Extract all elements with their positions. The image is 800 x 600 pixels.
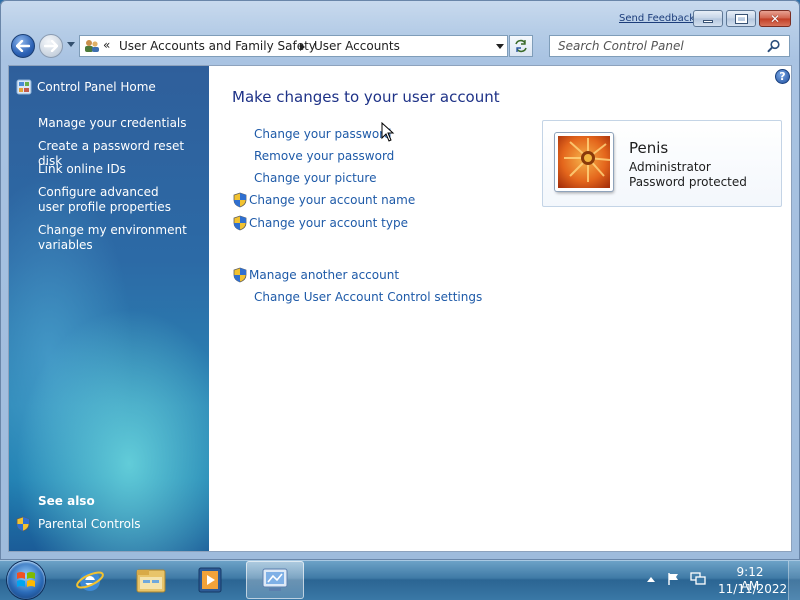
change-password-link[interactable]: Change your password xyxy=(254,127,392,141)
close-button[interactable]: ✕ xyxy=(759,10,791,27)
manage-another-account-label: Manage another account xyxy=(249,268,400,282)
taskbar-internet-explorer[interactable] xyxy=(63,561,117,599)
taskbar-media-player[interactable] xyxy=(183,561,237,599)
back-button[interactable] xyxy=(11,34,35,58)
flower-picture-icon xyxy=(558,136,610,188)
search-placeholder: Search Control Panel xyxy=(558,39,684,53)
manage-another-account-link[interactable]: Manage another account xyxy=(233,267,399,283)
left-task-pane: Control Panel Home Manage your credentia… xyxy=(9,66,209,551)
uac-settings-link[interactable]: Change User Account Control settings xyxy=(254,290,482,304)
title-bar[interactable]: Send Feedback ✕ xyxy=(0,0,800,30)
breadcrumb-user-accounts-family-safety[interactable]: User Accounts and Family Safety xyxy=(119,39,316,53)
account-name: Penis xyxy=(629,139,669,157)
search-icon[interactable] xyxy=(767,39,781,53)
network-icon[interactable] xyxy=(690,572,706,586)
parental-controls-label: Parental Controls xyxy=(38,517,141,531)
show-desktop-button[interactable] xyxy=(788,561,800,600)
internet-explorer-icon xyxy=(76,571,104,591)
change-account-name-label: Change your account name xyxy=(249,193,416,207)
change-account-name-link[interactable]: Change your account name xyxy=(233,192,415,208)
uac-shield-icon xyxy=(233,215,247,231)
uac-shield-icon xyxy=(16,516,30,532)
show-hidden-icons-icon[interactable] xyxy=(647,577,655,582)
taskbar: 9:12 AM 11/11/2022 xyxy=(0,560,800,600)
close-icon: ✕ xyxy=(769,11,781,26)
see-also-heading: See also xyxy=(38,494,95,508)
link-online-ids-link[interactable]: Link online IDs xyxy=(38,162,203,177)
clock-date[interactable]: 11/11/2022 xyxy=(718,582,787,596)
uac-shield-icon xyxy=(233,267,247,283)
mouse-cursor-icon xyxy=(381,122,395,142)
page-title: Make changes to your user account xyxy=(232,88,500,106)
minimize-icon xyxy=(703,20,713,23)
change-account-type-link[interactable]: Change your account type xyxy=(233,215,408,231)
account-password-status: Password protected xyxy=(629,175,747,189)
change-account-type-label: Change your account type xyxy=(249,216,408,230)
minimize-button[interactable] xyxy=(693,10,723,27)
control-panel-home-label: Control Panel Home xyxy=(37,80,156,94)
change-picture-link[interactable]: Change your picture xyxy=(254,171,376,185)
windows-logo-icon xyxy=(17,572,35,587)
control-panel-home-link[interactable]: Control Panel Home xyxy=(16,79,156,95)
control-panel-icon xyxy=(262,568,288,591)
address-bar[interactable]: « User Accounts and Family Safety User A… xyxy=(79,35,508,57)
address-overflow-chevron[interactable]: « xyxy=(103,38,110,52)
maximize-button[interactable] xyxy=(726,10,756,27)
send-feedback-link[interactable]: Send Feedback xyxy=(619,13,695,24)
recent-pages-dropdown-icon[interactable] xyxy=(67,42,75,47)
account-card: Penis Administrator Password protected xyxy=(542,120,782,207)
change-environment-variables-link[interactable]: Change my environment variables xyxy=(38,223,188,253)
refresh-button[interactable] xyxy=(509,35,533,57)
account-picture xyxy=(555,133,613,191)
media-player-icon xyxy=(198,567,222,593)
taskbar-control-panel[interactable] xyxy=(246,561,304,599)
uac-shield-icon xyxy=(233,192,247,208)
taskbar-windows-explorer[interactable] xyxy=(124,561,178,599)
control-panel-icon xyxy=(16,79,32,95)
control-panel-window: Send Feedback ✕ « User Accounts and Fami… xyxy=(0,0,800,560)
account-role: Administrator xyxy=(629,160,711,174)
content-area: Control Panel Home Manage your credentia… xyxy=(8,65,792,552)
start-button[interactable] xyxy=(7,561,45,599)
forward-arrow-icon xyxy=(44,40,58,52)
help-icon[interactable]: ? xyxy=(775,69,790,84)
manage-credentials-link[interactable]: Manage your credentials xyxy=(38,116,203,131)
refresh-icon xyxy=(515,39,527,53)
action-center-flag-icon[interactable] xyxy=(667,572,681,586)
breadcrumb-separator-icon[interactable] xyxy=(300,43,305,51)
back-arrow-icon xyxy=(16,40,30,52)
windows-explorer-icon xyxy=(136,569,166,593)
user-accounts-icon xyxy=(85,40,99,52)
search-input[interactable]: Search Control Panel xyxy=(549,35,790,57)
address-dropdown-icon[interactable] xyxy=(496,44,504,49)
remove-password-link[interactable]: Remove your password xyxy=(254,149,394,163)
forward-button[interactable] xyxy=(39,34,63,58)
parental-controls-link[interactable]: Parental Controls xyxy=(16,516,141,532)
breadcrumb-user-accounts[interactable]: User Accounts xyxy=(314,39,400,53)
maximize-icon xyxy=(734,13,748,24)
configure-profile-properties-link[interactable]: Configure advanced user profile properti… xyxy=(38,185,188,215)
